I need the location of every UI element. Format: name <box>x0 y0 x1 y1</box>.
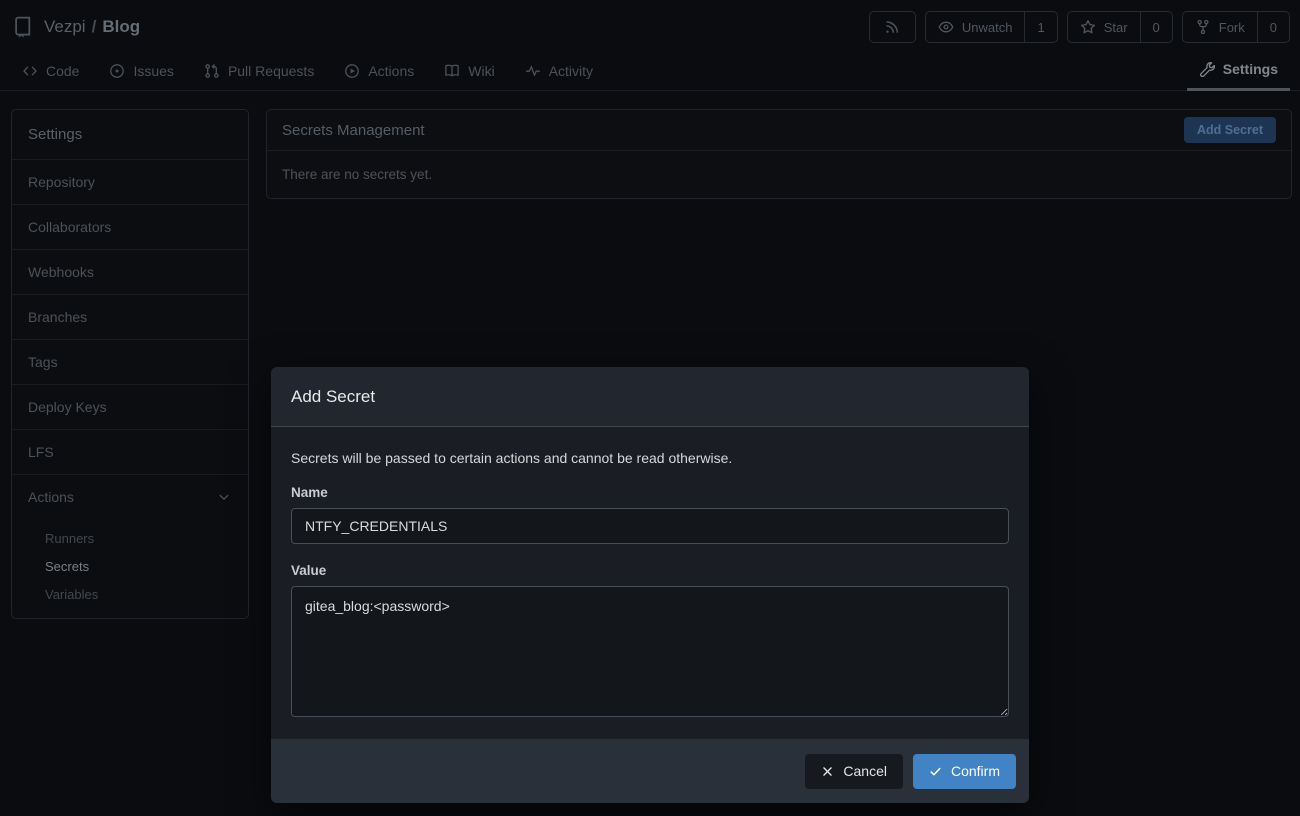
tab-wiki[interactable]: Wiki <box>444 63 494 79</box>
fork-icon <box>1195 19 1211 35</box>
tab-label: Actions <box>368 63 414 79</box>
tab-label: Activity <box>549 63 593 79</box>
repo-tabs: Code Issues <box>22 52 593 90</box>
secret-name-label: Name <box>291 485 1009 500</box>
sidebar-title: Settings <box>12 110 248 159</box>
sidebar-actions-label: Actions <box>28 489 74 505</box>
fork-button-group: Fork 0 <box>1182 11 1290 43</box>
tab-issues[interactable]: Issues <box>109 63 173 79</box>
code-icon <box>22 63 38 79</box>
tab-actions[interactable]: Actions <box>344 63 414 79</box>
star-button[interactable]: Star <box>1068 12 1140 42</box>
repo-action-buttons: Unwatch 1 Star 0 <box>869 11 1290 43</box>
watch-button-group: Unwatch 1 <box>925 11 1058 43</box>
confirm-label: Confirm <box>951 763 1000 779</box>
repo-name-link[interactable]: Blog <box>102 17 140 37</box>
pulse-icon <box>525 63 541 79</box>
fork-label: Fork <box>1219 20 1245 35</box>
star-count[interactable]: 0 <box>1140 12 1172 42</box>
repo-separator: / <box>92 17 97 37</box>
issue-icon <box>109 63 125 79</box>
unwatch-label: Unwatch <box>962 20 1013 35</box>
add-secret-modal: Add Secret Secrets will be passed to cer… <box>271 367 1029 803</box>
tab-label: Wiki <box>468 63 494 79</box>
sidebar-item-branches[interactable]: Branches <box>12 294 248 339</box>
secret-value-label: Value <box>291 563 1009 578</box>
tab-activity[interactable]: Activity <box>525 63 593 79</box>
sidebar-subitem-runners[interactable]: Runners <box>12 524 248 552</box>
secrets-card-header: Secrets Management Add Secret <box>267 110 1291 151</box>
secrets-empty-state: There are no secrets yet. <box>267 151 1291 198</box>
eye-icon <box>938 19 954 35</box>
secrets-management-card: Secrets Management Add Secret There are … <box>266 109 1292 199</box>
tab-settings-active[interactable]: Settings <box>1187 52 1290 91</box>
star-button-group: Star 0 <box>1067 11 1173 43</box>
rss-icon <box>884 19 900 35</box>
sidebar-item-deploy-keys[interactable]: Deploy Keys <box>12 384 248 429</box>
sidebar-actions-submenu: Runners Secrets Variables <box>12 519 248 608</box>
add-secret-button[interactable]: Add Secret <box>1184 117 1276 143</box>
repo-icon <box>12 16 34 38</box>
chevron-down-icon <box>216 489 232 505</box>
cancel-label: Cancel <box>843 763 887 779</box>
secret-description-text: Secrets will be passed to certain action… <box>291 450 1009 466</box>
sidebar-item-lfs[interactable]: LFS <box>12 429 248 474</box>
sidebar-item-webhooks[interactable]: Webhooks <box>12 249 248 294</box>
secrets-card-title: Secrets Management <box>282 122 425 139</box>
tab-label: Issues <box>133 63 173 79</box>
empty-message: There are no secrets yet. <box>282 167 432 182</box>
modal-title: Add Secret <box>291 387 375 407</box>
x-icon <box>821 765 834 778</box>
star-icon <box>1080 19 1096 35</box>
add-secret-modal-footer: Cancel Confirm <box>271 739 1029 803</box>
sidebar-item-tags[interactable]: Tags <box>12 339 248 384</box>
sidebar-item-collaborators[interactable]: Collaborators <box>12 204 248 249</box>
tab-label: Settings <box>1223 61 1278 77</box>
check-icon <box>929 765 942 778</box>
secret-name-input[interactable] <box>291 508 1009 544</box>
fork-button[interactable]: Fork <box>1183 12 1257 42</box>
tools-icon <box>1199 61 1215 77</box>
rss-button[interactable] <box>869 11 916 43</box>
sidebar-item-repository[interactable]: Repository <box>12 159 248 204</box>
tab-label: Code <box>46 63 79 79</box>
book-icon <box>444 63 460 79</box>
repo-title-row: Vezpi / Blog <box>12 11 1290 43</box>
star-label: Star <box>1104 20 1128 35</box>
tab-code[interactable]: Code <box>22 63 79 79</box>
sidebar-subitem-variables[interactable]: Variables <box>12 580 248 608</box>
sidebar-item-actions[interactable]: Actions <box>12 474 248 519</box>
settings-sidebar: Settings Repository Collaborators Webhoo… <box>11 109 249 619</box>
repo-owner-link[interactable]: Vezpi <box>44 17 86 37</box>
secret-value-textarea[interactable]: gitea_blog:<password> <box>291 586 1009 717</box>
pull-request-icon <box>204 63 220 79</box>
tab-pull-requests[interactable]: Pull Requests <box>204 63 314 79</box>
watch-count[interactable]: 1 <box>1024 12 1056 42</box>
fork-count[interactable]: 0 <box>1257 12 1289 42</box>
play-circle-icon <box>344 63 360 79</box>
repo-header: Vezpi / Blog <box>0 0 1300 91</box>
add-secret-modal-header: Add Secret <box>271 367 1029 427</box>
confirm-button[interactable]: Confirm <box>913 754 1016 789</box>
tab-label: Pull Requests <box>228 63 314 79</box>
unwatch-button[interactable]: Unwatch <box>926 12 1025 42</box>
add-secret-modal-body: Secrets will be passed to certain action… <box>271 427 1029 722</box>
cancel-button[interactable]: Cancel <box>805 754 903 789</box>
sidebar-subitem-secrets[interactable]: Secrets <box>12 552 248 580</box>
